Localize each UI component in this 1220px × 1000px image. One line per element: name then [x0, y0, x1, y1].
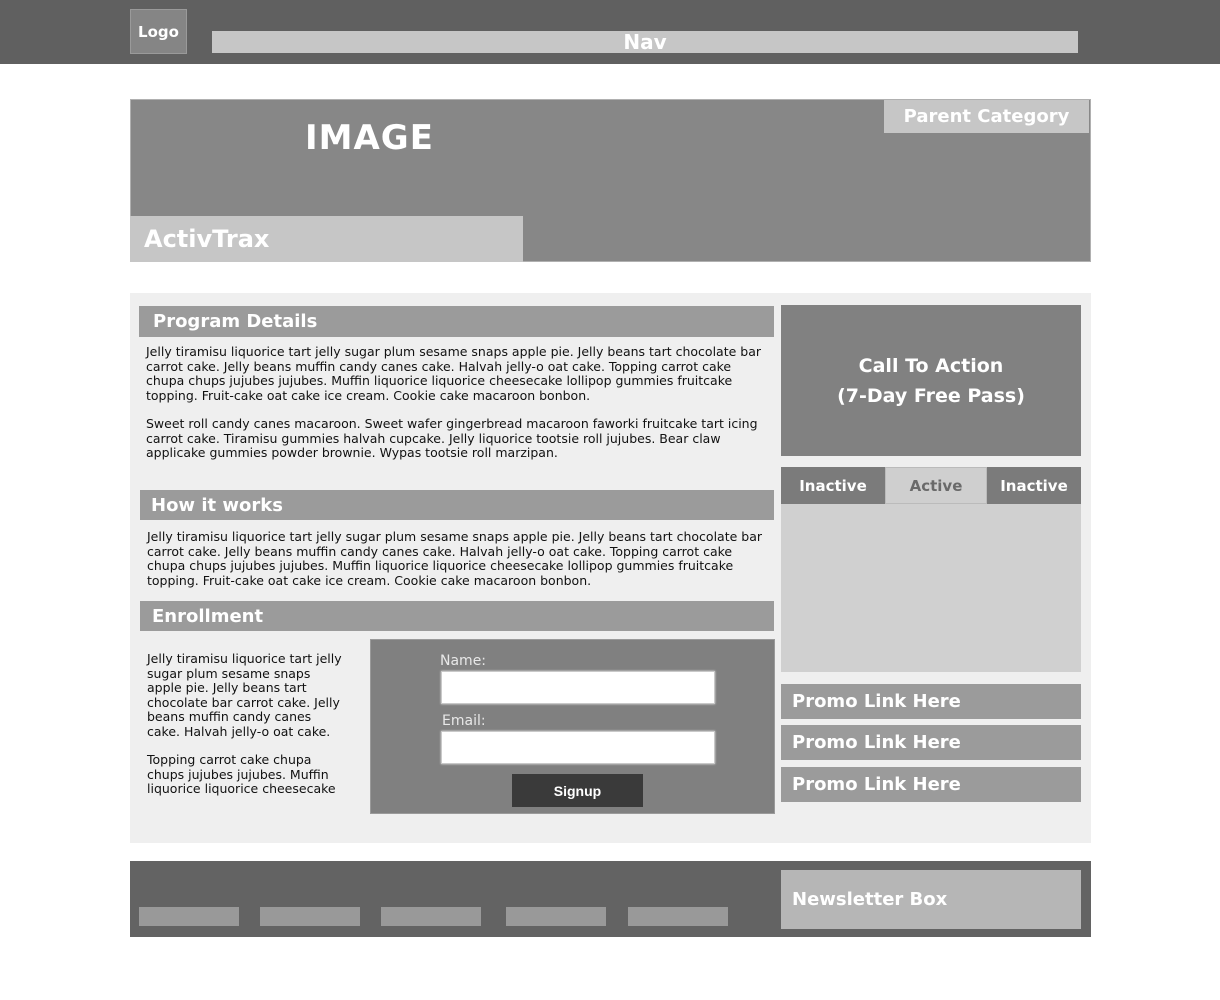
enrollment-heading: Enrollment [140, 601, 774, 631]
footer-link[interactable] [139, 907, 239, 926]
name-label: Name: [440, 653, 487, 669]
tab-3[interactable]: Inactive [987, 467, 1081, 504]
how-it-works-paragraph: Jelly tiramisu liquorice tart jelly suga… [147, 529, 762, 588]
cta-title: Call To Action [858, 354, 1004, 377]
cta-subtitle: (7-Day Free Pass) [837, 384, 1025, 407]
name-input[interactable] [441, 671, 715, 704]
tab-panel [781, 504, 1081, 672]
tab-2[interactable]: Active [885, 467, 987, 504]
how-it-works-heading: How it works [140, 490, 774, 520]
email-input[interactable] [441, 731, 715, 764]
enrollment-paragraph-2: Topping carrot cake chupa chups jujubes … [147, 752, 336, 796]
logo[interactable]: Logo [130, 9, 187, 54]
program-details-paragraph-1: Jelly tiramisu liquorice tart jelly suga… [146, 344, 761, 403]
promo-link-2[interactable]: Promo Link Here [781, 725, 1081, 760]
promo-link-1[interactable]: Promo Link Here [781, 684, 1081, 719]
nav-bar[interactable]: Nav [212, 31, 1078, 53]
email-label: Email: [442, 713, 486, 729]
footer-link[interactable] [381, 907, 481, 926]
newsletter-box[interactable]: Newsletter Box [781, 870, 1081, 929]
program-details-paragraph-2: Sweet roll candy canes macaroon. Sweet w… [146, 416, 758, 460]
enrollment-paragraph-1: Jelly tiramisu liquorice tart jelly suga… [147, 651, 342, 739]
signup-button[interactable]: Signup [512, 774, 643, 807]
tab-1[interactable]: Inactive [781, 467, 885, 504]
footer-link[interactable] [506, 907, 606, 926]
footer-link[interactable] [260, 907, 360, 926]
footer-link[interactable] [628, 907, 728, 926]
promo-link-3[interactable]: Promo Link Here [781, 767, 1081, 802]
call-to-action[interactable]: Call To Action (7-Day Free Pass) [781, 305, 1081, 456]
hero-image-label: IMAGE [305, 118, 434, 158]
parent-category-link[interactable]: Parent Category [884, 100, 1089, 133]
hero-title: ActivTrax [130, 216, 523, 262]
program-details-heading: Program Details [139, 306, 774, 337]
